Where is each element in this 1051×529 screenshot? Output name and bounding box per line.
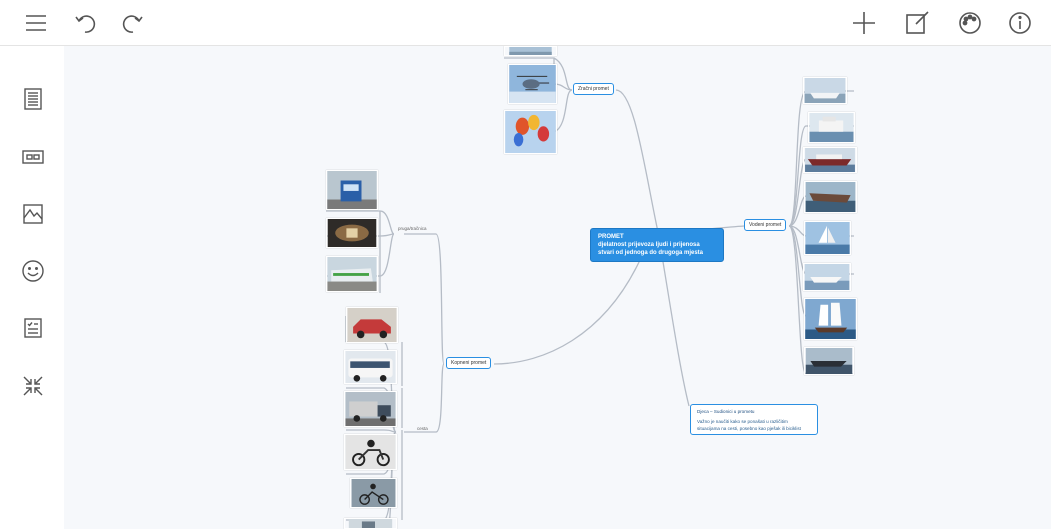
info-icon[interactable] bbox=[1004, 7, 1036, 39]
emoji-icon[interactable] bbox=[17, 255, 49, 287]
road-label[interactable]: cesta bbox=[417, 426, 428, 431]
truck-image[interactable] bbox=[344, 391, 397, 427]
tram-image[interactable] bbox=[326, 170, 378, 210]
note-node[interactable]: Djeca – Sudionici u prometu Važno je nau… bbox=[690, 404, 818, 435]
app-window: PROMET djelatnost prijevoza ljudi i prij… bbox=[0, 0, 1051, 529]
train-image[interactable] bbox=[326, 256, 378, 292]
boat-image[interactable] bbox=[803, 77, 847, 104]
yacht-image[interactable] bbox=[804, 347, 854, 375]
palette-icon[interactable] bbox=[954, 7, 986, 39]
note-body: Važno je naučiti kako se ponašati u razl… bbox=[697, 418, 801, 431]
subway-image[interactable] bbox=[326, 218, 378, 248]
air-transport-label: Zračni promet bbox=[578, 86, 609, 92]
redo-icon[interactable] bbox=[116, 7, 148, 39]
task-icon[interactable] bbox=[17, 312, 49, 344]
connection-lines bbox=[326, 57, 854, 529]
cruise-ship-image[interactable] bbox=[803, 147, 857, 173]
root-subtitle: djelatnost prijevoza ljudi i prijenosa s… bbox=[598, 242, 704, 257]
plus-icon[interactable] bbox=[848, 7, 880, 39]
tall-ship-image[interactable] bbox=[804, 298, 857, 340]
air-transport-node[interactable]: Zračni promet bbox=[573, 83, 614, 95]
tractor-image[interactable] bbox=[344, 518, 397, 529]
bus-image[interactable] bbox=[344, 350, 397, 384]
hot-air-balloons-image[interactable] bbox=[504, 110, 557, 154]
root-node[interactable]: PROMET djelatnost prijevoza ljudi i prij… bbox=[590, 228, 724, 263]
water-transport-node[interactable]: Vodeni promet bbox=[744, 219, 787, 231]
land-transport-node[interactable]: Kopneni promet bbox=[446, 357, 492, 369]
collapse-icon[interactable] bbox=[17, 370, 49, 402]
top-toolbar bbox=[0, 0, 1051, 46]
helicopter-image[interactable] bbox=[508, 64, 557, 104]
menu-icon[interactable] bbox=[20, 7, 52, 39]
water-transport-label: Vodeni promet bbox=[749, 222, 782, 228]
link-icon[interactable] bbox=[17, 141, 49, 173]
speedboat-image[interactable] bbox=[803, 263, 851, 291]
land-transport-label: Kopneni promet bbox=[451, 360, 487, 366]
sailboat-image[interactable] bbox=[804, 221, 851, 255]
note-title: Djeca – Sudionici u prometu bbox=[697, 409, 755, 414]
undo-icon[interactable] bbox=[70, 7, 102, 39]
ferry-image[interactable] bbox=[808, 112, 855, 143]
left-sidebar bbox=[0, 46, 64, 529]
cargo-ship-image[interactable] bbox=[804, 181, 857, 213]
car-image[interactable] bbox=[346, 307, 398, 343]
edit-icon[interactable] bbox=[901, 7, 933, 39]
notes-icon[interactable] bbox=[17, 83, 49, 115]
airplane-image[interactable] bbox=[504, 46, 557, 56]
motorcycle-image[interactable] bbox=[344, 434, 397, 470]
bicycle-image[interactable] bbox=[350, 478, 397, 508]
image-icon[interactable] bbox=[17, 198, 49, 230]
root-title: PROMET bbox=[598, 234, 624, 240]
rail-label[interactable]: pruga/tračnica bbox=[398, 226, 427, 231]
mind-map-canvas[interactable]: PROMET djelatnost prijevoza ljudi i prij… bbox=[64, 46, 1051, 529]
